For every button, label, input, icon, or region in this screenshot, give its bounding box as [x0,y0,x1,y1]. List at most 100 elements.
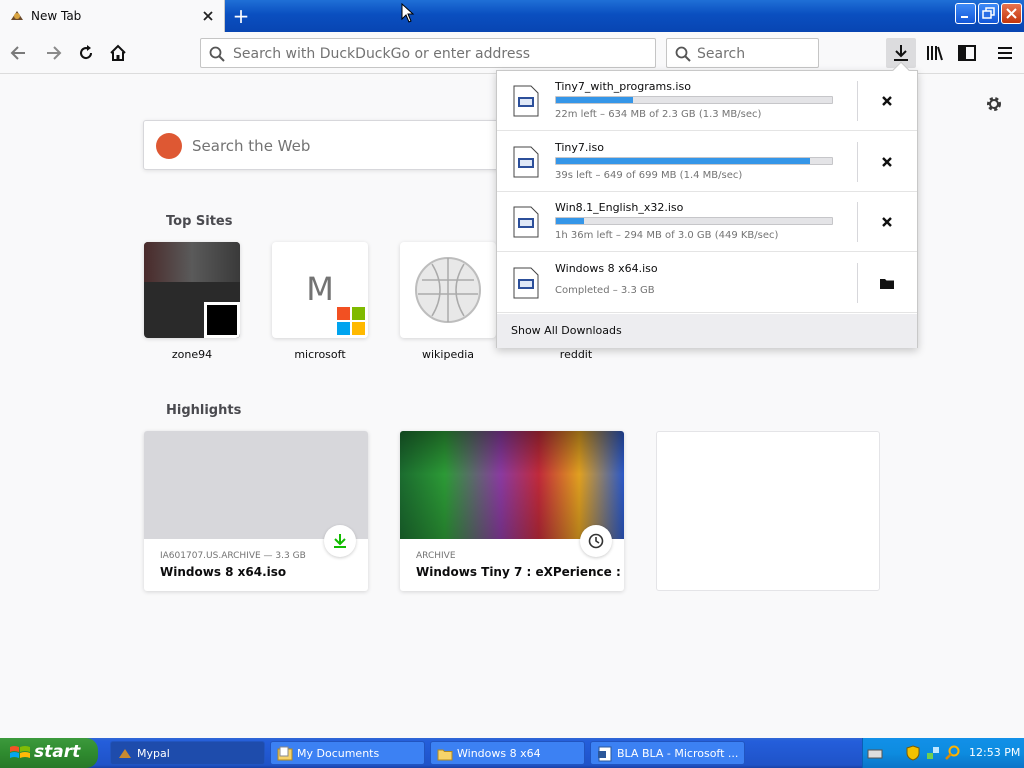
minimize-button[interactable] [955,3,976,24]
tab-title: New Tab [31,9,82,23]
gear-icon[interactable] [984,94,1004,114]
folder-icon [437,749,453,761]
download-name: Windows 8 x64.iso [555,262,658,275]
home-icon [110,44,126,61]
iso-file-icon [513,267,539,299]
highlights-heading: Highlights [166,403,242,418]
download-progress-bar [555,96,833,104]
top-site-zone94[interactable]: zone94 [144,242,240,361]
title-bar: New Tab + [0,0,1024,32]
mypal-app-icon [119,749,131,758]
minimize-icon [961,16,968,18]
download-arrow-icon [894,45,908,61]
highlight-card[interactable]: IA601707.US.ARCHIVE — 3.3 GB Windows 8 x… [144,431,368,591]
close-window-button[interactable] [1001,3,1022,24]
documents-folder-icon [277,746,293,761]
menu-button[interactable] [992,40,1018,66]
start-label: start [34,742,81,762]
download-progress-bar [555,157,833,165]
restore-button[interactable] [978,3,999,24]
card-thumbnail [144,431,368,539]
system-tray: 12:53 PM [862,738,1024,768]
taskbar-item-word[interactable]: BLA BLA - Microsoft ... [590,741,745,765]
forward-arrow-icon [47,46,62,60]
highlight-card[interactable]: ARCHIVE Windows Tiny 7 : eXPerience : Fr… [400,431,624,591]
download-item[interactable]: Windows 8 x64.iso Completed – 3.3 GB [497,253,917,313]
close-icon [1006,8,1017,19]
web-search-placeholder: Search the Web [192,137,311,155]
clock-icon [588,533,604,549]
site-label: zone94 [171,348,213,361]
iso-file-icon [513,85,539,117]
tab-new-tab[interactable]: New Tab [0,0,225,32]
back-button[interactable] [6,40,32,66]
download-icon [334,534,346,548]
start-button[interactable]: start [0,738,98,768]
pong-icon [204,302,240,338]
wikipedia-globe-icon [415,257,481,323]
download-name: Win8.1_English_x32.iso [555,201,684,214]
reload-button[interactable] [73,40,99,66]
taskbar-item-windows-8-x64[interactable]: Windows 8 x64 [430,741,585,765]
forward-button[interactable] [40,40,66,66]
site-thumbnail [400,242,496,338]
address-bar[interactable]: Search with DuckDuckGo or enter address [200,38,656,68]
card-source: IA601707.US.ARCHIVE — 3.3 GB [160,551,306,561]
network-icon[interactable] [925,745,941,761]
task-label: Mypal [137,747,170,760]
mypal-favicon-icon [11,11,23,20]
sidebar-button[interactable] [954,40,980,66]
top-site-microsoft[interactable]: M microsoft [272,242,368,361]
keyboard-icon[interactable] [867,745,883,761]
search-bar[interactable]: Search [666,38,819,68]
download-status: Completed – 3.3 GB [555,285,655,296]
highlight-placeholder [656,431,880,591]
download-name: Tiny7.iso [555,141,604,154]
site-label: reddit [559,348,593,361]
word-document-icon [598,746,612,762]
back-arrow-icon [10,46,25,60]
download-status: 39s left – 649 of 699 MB (1.4 MB/sec) [555,170,743,181]
taskbar-item-mypal[interactable]: Mypal [110,741,265,765]
download-item[interactable]: Win8.1_English_x32.iso 1h 36m left – 294… [497,192,917,252]
download-item[interactable]: Tiny7_with_programs.iso 22m left – 634 M… [497,71,917,131]
top-site-wikipedia[interactable]: wikipedia [400,242,496,361]
hamburger-menu-icon [998,47,1012,59]
badge [324,525,356,557]
show-all-downloads-button[interactable]: Show All Downloads [497,314,917,348]
show-all-downloads-label: Show All Downloads [511,324,622,337]
new-tab-button[interactable]: + [230,5,252,27]
downloads-panel: Tiny7_with_programs.iso 22m left – 634 M… [496,61,918,348]
taskbar-item-my-documents[interactable]: My Documents [270,741,425,765]
top-sites-heading: Top Sites [166,214,233,229]
library-icon [927,46,943,61]
reload-icon [80,45,93,60]
search-tray-icon[interactable] [945,745,961,761]
cancel-download-icon[interactable] [877,91,897,111]
home-button[interactable] [105,40,131,66]
duckduckgo-logo-icon [156,133,182,159]
taskbar-clock: 12:53 PM [969,746,1021,759]
close-tab-icon[interactable] [200,8,216,24]
card-title: Windows 8 x64.iso [160,565,287,579]
open-folder-icon[interactable] [877,273,897,293]
iso-file-icon [513,146,539,178]
search-icon [209,46,225,62]
site-thumbnail [144,242,240,338]
card-title: Windows Tiny 7 : eXPerience : Fr... [416,565,624,579]
cancel-download-icon[interactable] [877,212,897,232]
microsoft-logo-icon [334,304,368,338]
sidebar-icon [958,45,976,61]
navigation-toolbar: Search with DuckDuckGo or enter address … [0,32,1024,74]
security-shield-icon[interactable] [905,745,921,761]
site-thumbnail: M [272,242,368,338]
task-label: BLA BLA - Microsoft ... [617,747,739,760]
library-button[interactable] [922,40,948,66]
web-search-box[interactable]: Search the Web [143,120,503,170]
download-item[interactable]: Tiny7.iso 39s left – 649 of 699 MB (1.4 … [497,132,917,192]
restore-icon [982,7,995,19]
download-status: 22m left – 634 MB of 2.3 GB (1.3 MB/sec) [555,109,762,120]
download-status: 1h 36m left – 294 MB of 3.0 GB (449 KB/s… [555,230,779,241]
card-source: ARCHIVE [416,551,456,561]
cancel-download-icon[interactable] [877,152,897,172]
